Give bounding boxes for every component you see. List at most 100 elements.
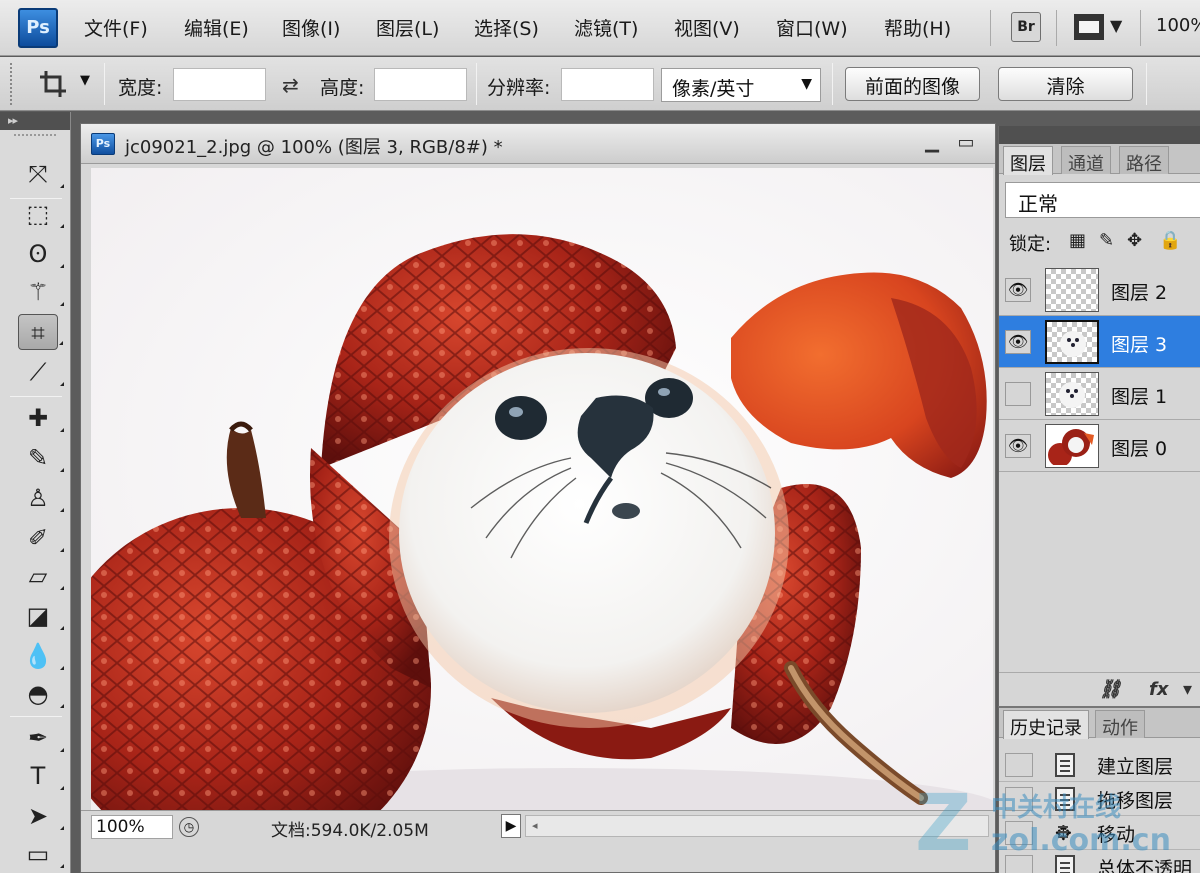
dodge-tool[interactable]: ◓: [18, 676, 64, 712]
toolbox-collapse-icon[interactable]: ▸▸: [0, 112, 70, 130]
height-label: 高度:: [320, 77, 365, 99]
lasso-tool[interactable]: ʘ: [18, 236, 64, 272]
image-canvas[interactable]: [91, 168, 993, 810]
lychee-seal-image: [91, 168, 993, 810]
lock-position-icon[interactable]: ✥: [1127, 230, 1142, 251]
document-title: jc09021_2.jpg @ 100% (图层 3, RGB/8#) *: [125, 137, 503, 158]
history-step-icon: [1055, 855, 1075, 873]
eye-icon[interactable]: 👁: [1005, 434, 1031, 458]
fx-icon[interactable]: fx: [1149, 679, 1168, 700]
layer-row[interactable]: 👁 图层 2: [999, 264, 1200, 316]
front-image-button[interactable]: 前面的图像: [845, 67, 980, 101]
history-item[interactable]: 建立图层: [999, 748, 1200, 782]
link-icon[interactable]: ⛓: [1099, 679, 1122, 700]
options-separator: [832, 63, 833, 105]
menu-filter[interactable]: 滤镜(T): [574, 14, 638, 41]
history-item[interactable]: 总体不透明: [999, 850, 1200, 873]
path-selection-tool[interactable]: ➤: [18, 798, 64, 834]
bridge-icon[interactable]: Br: [1011, 12, 1041, 42]
menu-view[interactable]: 视图(V): [674, 14, 740, 41]
tool-divider: [10, 716, 62, 717]
options-bar: ▼ 宽度: ⇄ 高度: 分辨率: 像素/英寸 ▼ 前面的图像 清除: [0, 57, 1200, 111]
crop-tool[interactable]: ⌗: [18, 314, 63, 350]
blur-tool[interactable]: 💧: [18, 638, 64, 674]
healing-brush-tool[interactable]: ✚: [18, 400, 64, 436]
clone-stamp-tool[interactable]: ♙: [18, 480, 64, 516]
menu-help[interactable]: 帮助(H): [884, 14, 951, 41]
menu-image[interactable]: 图像(I): [282, 14, 340, 41]
chevron-down-icon[interactable]: ▾: [1183, 679, 1192, 700]
lock-pixels-icon[interactable]: ✎: [1099, 230, 1114, 251]
history-step-icon: [1055, 753, 1075, 777]
tab-actions[interactable]: 动作: [1095, 710, 1145, 739]
resolution-unit-select[interactable]: 像素/英寸 ▼: [661, 68, 821, 102]
layer-row[interactable]: 图层 1: [999, 368, 1200, 420]
document-title-bar[interactable]: Ps jc09021_2.jpg @ 100% (图层 3, RGB/8#) *…: [81, 124, 995, 164]
history-brush-tool[interactable]: ✐: [18, 520, 64, 556]
minimize-icon[interactable]: ▁: [919, 132, 945, 154]
status-menu-arrow-icon[interactable]: ▶: [501, 814, 521, 838]
history-snapshot-checkbox[interactable]: [1005, 787, 1033, 811]
layer-thumbnail: [1045, 268, 1099, 312]
panel-drag-bar[interactable]: [999, 126, 1200, 144]
tool-preset-caret-icon[interactable]: ▼: [80, 73, 90, 88]
screen-mode-icon[interactable]: [1074, 14, 1104, 40]
move-tool[interactable]: ⤧: [18, 156, 64, 192]
layer-row-selected[interactable]: 👁 图层 3: [999, 316, 1200, 368]
toolbox-grip[interactable]: [14, 134, 56, 144]
clear-button[interactable]: 清除: [998, 67, 1133, 101]
height-input[interactable]: [374, 68, 467, 101]
status-info-icon[interactable]: ◷: [179, 817, 199, 837]
move-icon: ✥: [1055, 821, 1075, 845]
lock-transparency-icon[interactable]: ▦: [1069, 230, 1086, 251]
lock-label: 锁定:: [1009, 234, 1052, 255]
magic-wand-tool[interactable]: ⚚: [18, 274, 64, 310]
options-bar-grip[interactable]: [10, 63, 14, 105]
pen-tool[interactable]: ✒: [18, 720, 64, 756]
layers-panel: 图层 通道 路径 正常 锁定: ▦ ✎ ✥ 🔒 👁 图层 2 👁 图层 3 图层…: [998, 126, 1200, 706]
chevron-down-icon: ▼: [801, 76, 812, 92]
tab-channels[interactable]: 通道: [1061, 146, 1111, 175]
eye-icon[interactable]: 👁: [1005, 330, 1031, 354]
chevron-down-icon[interactable]: ▼: [1110, 16, 1122, 35]
tab-layers[interactable]: 图层: [1003, 146, 1053, 175]
eye-icon[interactable]: 👁: [1005, 278, 1031, 302]
eraser-tool[interactable]: ▱: [18, 558, 64, 594]
menu-edit[interactable]: 编辑(E): [184, 14, 249, 41]
lock-all-icon[interactable]: 🔒: [1159, 230, 1181, 251]
menu-separator: [1056, 10, 1057, 46]
photoshop-logo-icon: Ps: [18, 8, 58, 48]
history-snapshot-checkbox[interactable]: [1005, 753, 1033, 777]
brush-tool[interactable]: ✎: [18, 440, 64, 476]
swap-dimensions-icon[interactable]: ⇄: [282, 73, 299, 97]
crop-icon[interactable]: [38, 69, 68, 99]
menu-select[interactable]: 选择(S): [474, 14, 539, 41]
history-item[interactable]: ✥ 移动: [999, 816, 1200, 850]
menu-window[interactable]: 窗口(W): [776, 14, 848, 41]
menu-file[interactable]: 文件(F): [84, 14, 148, 41]
zoom-level-menu[interactable]: 100%: [1156, 15, 1200, 36]
layer-thumbnail: [1045, 424, 1099, 468]
paint-bucket-tool[interactable]: ◪: [18, 598, 64, 634]
zoom-field[interactable]: 100%: [91, 815, 173, 839]
menu-layer[interactable]: 图层(L): [376, 14, 439, 41]
history-snapshot-checkbox[interactable]: [1005, 821, 1033, 845]
options-separator: [476, 63, 477, 105]
tab-paths[interactable]: 路径: [1119, 146, 1169, 175]
marquee-tool[interactable]: ⬚: [18, 196, 64, 232]
document-window: Ps jc09021_2.jpg @ 100% (图层 3, RGB/8#) *…: [80, 123, 996, 873]
type-tool[interactable]: T: [18, 758, 64, 794]
tab-history[interactable]: 历史记录: [1003, 710, 1089, 739]
blend-mode-select[interactable]: 正常: [1005, 182, 1200, 218]
eyedropper-tool[interactable]: ⟋: [18, 354, 64, 390]
eye-hidden-slot[interactable]: [1005, 382, 1031, 406]
maximize-icon[interactable]: ▭: [953, 132, 979, 154]
history-snapshot-checkbox[interactable]: [1005, 855, 1033, 873]
lychee-thumbnail-image: [1046, 425, 1096, 467]
resolution-input[interactable]: [561, 68, 654, 101]
layer-row[interactable]: 👁 图层 0: [999, 420, 1200, 472]
history-item[interactable]: 拖移图层: [999, 782, 1200, 816]
rectangle-shape-tool[interactable]: ▭: [18, 836, 64, 872]
width-input[interactable]: [173, 68, 266, 101]
horizontal-scrollbar[interactable]: ◂: [525, 815, 989, 837]
